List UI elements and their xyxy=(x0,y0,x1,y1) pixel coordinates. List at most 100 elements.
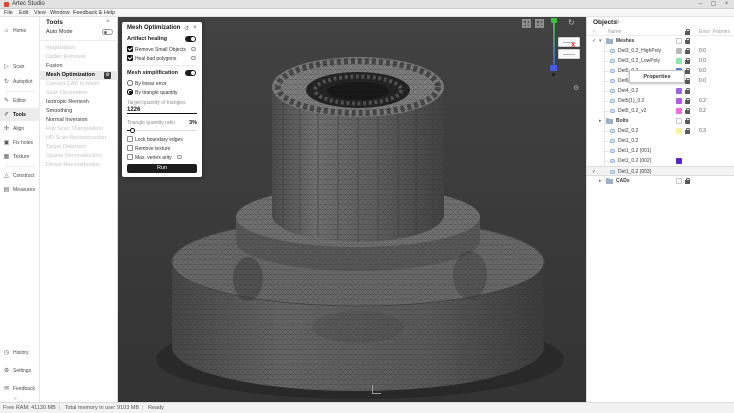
minimize-button[interactable]: – xyxy=(695,0,706,9)
table-row[interactable]: Det1_0.2 (001) xyxy=(587,146,734,156)
table-row[interactable]: Det4_0.2 xyxy=(587,86,734,96)
expander-icon[interactable] xyxy=(599,178,602,184)
maximize-button[interactable]: ▢ xyxy=(708,0,719,9)
color-swatch[interactable] xyxy=(676,118,682,124)
reset-icon[interactable]: ↺ xyxy=(184,25,189,32)
menu-file[interactable]: File xyxy=(4,10,13,16)
color-swatch[interactable] xyxy=(676,58,682,64)
tool-item-normal-inversion[interactable]: Normal Inversion xyxy=(40,116,118,125)
error-value: 0.0 xyxy=(699,78,706,84)
color-swatch[interactable] xyxy=(676,48,682,54)
lock-icon[interactable] xyxy=(685,110,690,114)
target-quantity-input[interactable]: 1226 xyxy=(127,107,197,114)
artifact-healing-toggle[interactable] xyxy=(185,36,196,42)
view-texture-toggle-icon[interactable] xyxy=(535,19,544,28)
table-row[interactable]: Det5_0.2_v2 0.2 xyxy=(587,106,734,116)
ratio-slider-track[interactable] xyxy=(127,130,197,131)
sidebar-item-align[interactable]: Align xyxy=(0,122,40,135)
objects-settings-gear-icon[interactable]: ⚙ xyxy=(614,19,619,26)
info-icon[interactable]: i xyxy=(191,47,196,52)
color-swatch[interactable] xyxy=(676,158,682,164)
color-swatch[interactable] xyxy=(676,38,682,44)
tool-item-target-detection: Target Detection xyxy=(40,143,118,152)
orbit-view-icon[interactable]: ↻ xyxy=(568,18,575,27)
tools-panel-close-icon[interactable]: × xyxy=(106,19,110,25)
table-row[interactable]: Det5(1)_0.2 0.2 xyxy=(587,96,734,106)
expander-icon[interactable] xyxy=(599,118,602,124)
table-row-cads-folder[interactable]: CADs xyxy=(587,176,734,186)
lock-icon[interactable] xyxy=(685,70,690,74)
axis-z-handle[interactable] xyxy=(550,65,557,71)
menu-edit[interactable]: Edit xyxy=(19,10,28,16)
lock-icon[interactable] xyxy=(685,50,690,54)
sidebar-item-fix-holes[interactable]: Fix holes xyxy=(0,136,40,149)
table-row[interactable]: Det2_0.2 0.3 xyxy=(587,126,734,136)
info-icon[interactable]: i xyxy=(191,56,196,61)
viewport-mini-button[interactable] xyxy=(558,49,580,59)
history-icon xyxy=(0,349,13,356)
color-swatch[interactable] xyxy=(676,108,682,114)
by-triangle-quantity-radio[interactable] xyxy=(127,89,133,95)
color-swatch[interactable] xyxy=(676,178,682,184)
properties-tooltip[interactable]: Properties xyxy=(629,70,685,83)
table-row-bolts-folder[interactable]: Bolts xyxy=(587,116,734,126)
sidebar-item-home[interactable]: Home xyxy=(0,24,40,37)
ratio-slider-knob[interactable] xyxy=(130,128,135,133)
sidebar-item-settings[interactable]: Settings xyxy=(0,364,40,377)
lock-icon[interactable] xyxy=(685,40,690,44)
remove-texture-checkbox[interactable] xyxy=(127,145,133,151)
lock-icon[interactable] xyxy=(685,180,690,184)
color-swatch[interactable] xyxy=(676,98,682,104)
by-linear-error-radio[interactable] xyxy=(127,80,133,86)
table-row-selected[interactable]: ✓ Det1_0.2 (003) xyxy=(587,166,734,176)
column-lock-icon xyxy=(685,31,690,35)
color-swatch[interactable] xyxy=(676,88,682,94)
lock-icon[interactable] xyxy=(685,100,690,104)
lock-icon[interactable] xyxy=(685,120,690,124)
lock-icon[interactable] xyxy=(685,80,690,84)
sidebar-item-construct[interactable]: Construct xyxy=(0,169,40,182)
lock-icon[interactable] xyxy=(685,90,690,94)
tool-item-fusion[interactable]: Fusion xyxy=(40,62,118,71)
remove-small-objects-checkbox[interactable] xyxy=(127,46,133,52)
expander-icon[interactable] xyxy=(599,38,602,44)
menu-feedback-help[interactable]: Feedback & Help xyxy=(73,10,115,16)
close-window-button[interactable]: × xyxy=(721,0,732,9)
viewport-settings-gear-icon[interactable]: ⚙ xyxy=(573,84,579,92)
lock-boundary-edges-checkbox[interactable] xyxy=(127,136,133,142)
tool-item-smoothing[interactable]: Smoothing xyxy=(40,107,118,116)
table-row[interactable]: Det3_0.2_LowPoly 0.0 xyxy=(587,56,734,66)
axis-x-label[interactable]: X xyxy=(571,42,575,49)
sidebar-item-autopilot[interactable]: Autopilot xyxy=(0,75,40,88)
sidebar-item-tools[interactable]: Tools xyxy=(0,108,40,121)
info-icon[interactable]: i xyxy=(177,155,182,160)
tool-item-isotropic-remesh[interactable]: Isotropic Remesh xyxy=(40,98,118,107)
lock-icon[interactable] xyxy=(685,130,690,134)
lock-icon[interactable] xyxy=(685,60,690,64)
auto-mode-toggle[interactable] xyxy=(102,29,113,35)
sidebar-item-measures[interactable]: Measures xyxy=(0,183,40,196)
mesh-simplification-toggle[interactable] xyxy=(185,70,196,76)
tool-item-mesh-optimization[interactable]: Mesh Optimization⚙ xyxy=(40,71,118,80)
viewport-mini-button[interactable] xyxy=(558,37,580,47)
table-row[interactable]: Det3_0.2_HighPoly 0.0 xyxy=(587,46,734,56)
close-icon[interactable]: × xyxy=(193,25,197,31)
sidebar-item-scan[interactable]: Scan xyxy=(0,60,40,73)
table-row[interactable]: Det1_0.2 (002) xyxy=(587,156,734,166)
menu-view[interactable]: View xyxy=(34,10,46,16)
sidebar-item-editor[interactable]: Editor xyxy=(0,94,40,107)
view-grid-toggle-icon[interactable] xyxy=(522,19,531,28)
menu-window[interactable]: Window xyxy=(50,10,70,16)
heal-bad-polygons-checkbox[interactable] xyxy=(127,55,133,61)
mesh-icon xyxy=(610,49,615,54)
sidebar-item-texture[interactable]: Texture xyxy=(0,150,40,163)
tool-item-scan-decimation: Scan Decimation xyxy=(40,89,118,98)
table-row[interactable]: Det1_0.2 xyxy=(587,136,734,146)
table-row-meshes-folder[interactable]: ✓ Meshes xyxy=(587,36,734,46)
color-swatch[interactable] xyxy=(676,128,682,134)
tool-settings-gear-icon[interactable]: ⚙ xyxy=(104,72,111,79)
max-vertex-arity-checkbox[interactable] xyxy=(127,154,133,160)
sidebar-item-feedback[interactable]: Feedback xyxy=(0,382,40,395)
run-button[interactable]: Run xyxy=(127,164,197,173)
sidebar-item-history[interactable]: History xyxy=(0,346,40,359)
